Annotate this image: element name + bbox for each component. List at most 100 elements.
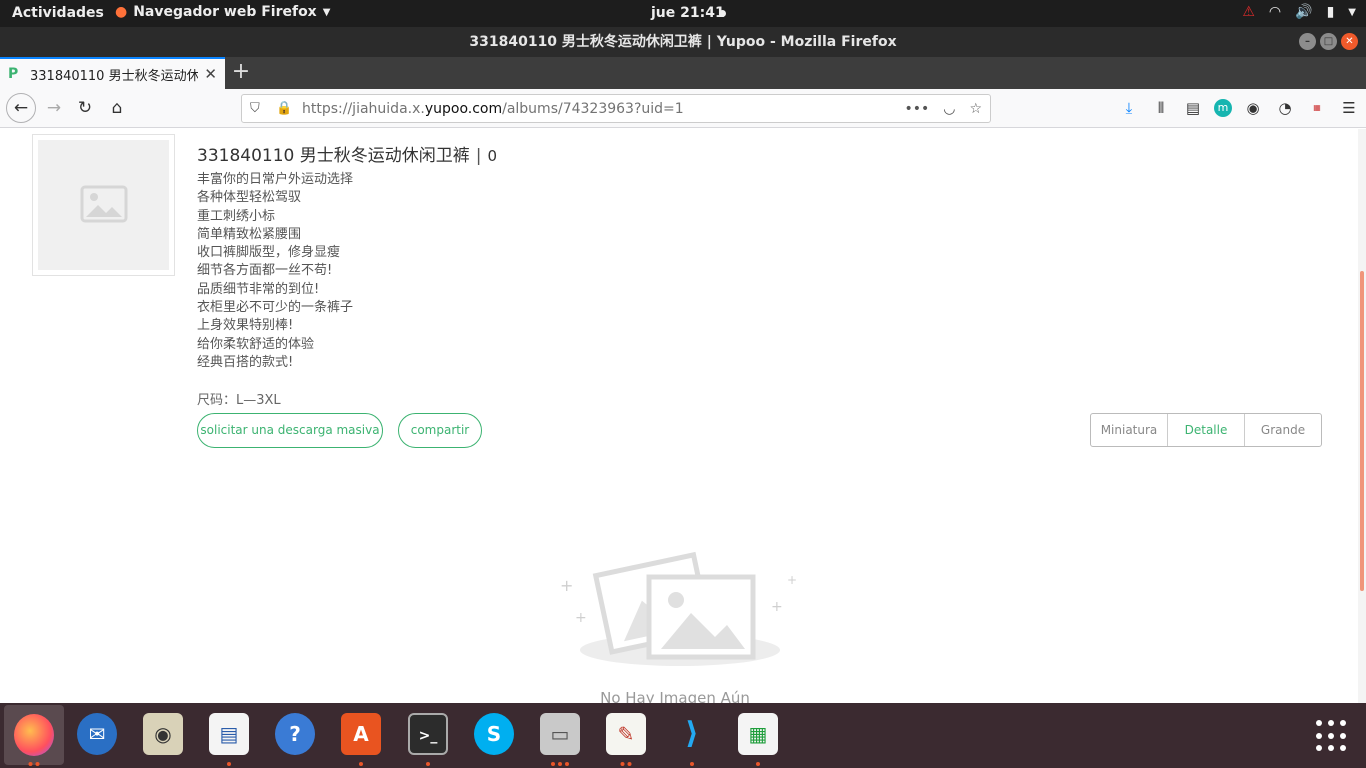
- skype-icon: S: [474, 713, 514, 755]
- yupoo-favicon-icon: P: [8, 66, 19, 82]
- battery-icon[interactable]: ▮: [1327, 4, 1335, 20]
- running-indicator: [690, 762, 694, 766]
- view-mode-switcher: Miniatura Detalle Grande: [1090, 413, 1322, 447]
- description-line: 各种体型轻松驾驭: [197, 190, 302, 206]
- dock-terminal[interactable]: >_: [403, 710, 453, 766]
- description-line: 衣柜里必不可少的一条裤子: [197, 300, 354, 316]
- sidebar-icon[interactable]: ▤: [1182, 94, 1204, 122]
- running-indicator: [28, 762, 40, 766]
- maximize-button[interactable]: □: [1320, 33, 1337, 50]
- empty-state-text: No Hay Imagen Aún: [600, 689, 750, 703]
- share-button[interactable]: compartir: [398, 413, 482, 448]
- menu-icon[interactable]: ☰: [1338, 94, 1360, 122]
- new-tab-button[interactable]: +: [230, 60, 252, 84]
- url-bar[interactable]: ⛉ 🔒 https://jiahuida.x.yupoo.com/albums/…: [241, 94, 991, 123]
- album-cover[interactable]: [32, 134, 175, 276]
- description-line: 品质细节非常的到位!: [197, 281, 320, 297]
- cover-placeholder: [38, 140, 169, 270]
- file-cabinet-icon: ▭: [540, 713, 580, 755]
- running-indicator: [756, 762, 760, 766]
- tab-title: 331840110 男士秋冬运动休闲卫裤 | Yupoo: [30, 68, 199, 84]
- volume-icon[interactable]: 🔊: [1295, 4, 1312, 20]
- home-button[interactable]: ⌂: [103, 94, 131, 122]
- album-description: 丰富你的日常户外运动选择 各种体型轻松驾驭 重工刺绣小标 简单精致松紧腰围 收口…: [197, 171, 353, 372]
- scrollbar-thumb[interactable]: [1360, 271, 1364, 591]
- chevron-down-icon[interactable]: ▼: [1348, 7, 1356, 18]
- page-actions-icon[interactable]: •••: [904, 101, 929, 117]
- dock-files[interactable]: ▭: [535, 710, 585, 766]
- description-line: 给你柔软舒适的体验: [197, 336, 315, 352]
- system-tray[interactable]: ⚠ ◠ 🔊 ▮ ▼: [1242, 4, 1356, 20]
- download-icon[interactable]: ⤓: [1118, 94, 1140, 122]
- title-separator: |: [475, 146, 482, 166]
- warning-icon[interactable]: ⚠: [1242, 4, 1255, 20]
- dock-text-editor[interactable]: ✎: [601, 710, 651, 766]
- browser-tab[interactable]: P 331840110 男士秋冬运动休闲卫裤 | Yupoo ✕: [0, 57, 225, 89]
- extension-mask-icon[interactable]: ◔: [1274, 94, 1296, 122]
- minimize-button[interactable]: –: [1299, 33, 1316, 50]
- dock-calc[interactable]: ▦: [733, 710, 783, 766]
- lock-icon[interactable]: 🔒: [276, 101, 294, 116]
- photo-count: 0: [487, 147, 498, 165]
- description-line: 经典百搭的款式!: [197, 354, 294, 370]
- description-line: 上身效果特别棒!: [197, 318, 294, 334]
- page-content: 331840110 男士秋冬运动休闲卫裤 | 0 丰富你的日常户外运动选择 各种体型…: [0, 129, 1358, 703]
- forward-button[interactable]: →: [40, 94, 68, 122]
- svg-text:+: +: [575, 610, 587, 626]
- app-menu[interactable]: ● Navegador web Firefox ▼: [115, 4, 330, 20]
- dock-vscode[interactable]: ⟩: [667, 710, 717, 766]
- url-text[interactable]: https://jiahuida.x.yupoo.com/albums/7432…: [302, 101, 904, 117]
- dock-software[interactable]: A: [336, 710, 386, 766]
- bookmark-star-icon[interactable]: ☆: [969, 101, 982, 117]
- dock-thunderbird[interactable]: ✉: [72, 710, 122, 760]
- description-line: 重工刺绣小标: [197, 208, 276, 224]
- account-icon[interactable]: ◉: [1242, 94, 1264, 122]
- dock-firefox[interactable]: [4, 705, 64, 766]
- notepad-pencil-icon: ✎: [606, 713, 646, 755]
- activities-button[interactable]: Actividades: [12, 5, 104, 21]
- thunderbird-icon: ✉: [77, 713, 117, 755]
- system-top-bar: Actividades ● Navegador web Firefox ▼ ju…: [0, 0, 1366, 27]
- cors-extension-icon[interactable]: ▦: [1306, 94, 1328, 122]
- navigation-toolbar: ← → ↻ ⌂ ⛉ 🔒 https://jiahuida.x.yupoo.com…: [0, 89, 1366, 128]
- shield-icon[interactable]: ⛉: [250, 101, 268, 116]
- dock-rhythmbox[interactable]: ◉: [138, 710, 188, 760]
- chevron-down-icon: ▼: [322, 6, 331, 18]
- clock[interactable]: jue 21:41: [651, 5, 725, 21]
- bulk-download-button[interactable]: solicitar una descarga masiva: [197, 413, 383, 448]
- close-window-button[interactable]: ✕: [1341, 33, 1358, 50]
- dock-help[interactable]: ?: [270, 710, 320, 760]
- toolbar-icons: ⤓ ⫴ ▤ m ◉ ◔ ▦ ☰: [1118, 94, 1360, 122]
- page-scrollbar[interactable]: [1358, 129, 1366, 703]
- view-mode-large[interactable]: Grande: [1245, 414, 1321, 446]
- view-mode-detail[interactable]: Detalle: [1168, 414, 1245, 446]
- extension-m-icon[interactable]: m: [1214, 99, 1232, 117]
- image-placeholder-icon: [80, 185, 128, 223]
- terminal-icon: >_: [408, 713, 448, 755]
- empty-images-illustration-icon: + + + +: [560, 551, 797, 666]
- dock-skype[interactable]: S: [469, 710, 519, 760]
- window-title: 331840110 男士秋冬运动休闲卫裤 | Yupoo - Mozilla F…: [469, 34, 897, 50]
- window-controls: – □ ✕: [1299, 33, 1358, 50]
- firefox-icon: [14, 714, 54, 756]
- running-indicator: [359, 762, 363, 766]
- software-bag-icon: A: [341, 713, 381, 755]
- running-indicator: [551, 762, 569, 766]
- help-icon: ?: [275, 713, 315, 755]
- back-button[interactable]: ←: [6, 93, 36, 123]
- speaker-icon: ◉: [143, 713, 183, 755]
- library-icon[interactable]: ⫴: [1150, 94, 1172, 122]
- firefox-icon: ●: [115, 4, 128, 20]
- svg-text:+: +: [771, 599, 783, 615]
- svg-text:+: +: [787, 573, 797, 587]
- show-applications-icon[interactable]: [1316, 720, 1348, 752]
- app-menu-label: Navegador web Firefox: [133, 4, 317, 20]
- close-tab-icon[interactable]: ✕: [204, 65, 217, 83]
- wifi-icon[interactable]: ◠: [1269, 4, 1281, 20]
- running-indicator: [620, 762, 632, 766]
- view-mode-thumbnail[interactable]: Miniatura: [1091, 414, 1168, 446]
- dock-writer[interactable]: ▤: [204, 710, 254, 766]
- pocket-icon[interactable]: ◡: [943, 101, 955, 117]
- reload-button[interactable]: ↻: [71, 94, 99, 122]
- running-indicator: [426, 762, 430, 766]
